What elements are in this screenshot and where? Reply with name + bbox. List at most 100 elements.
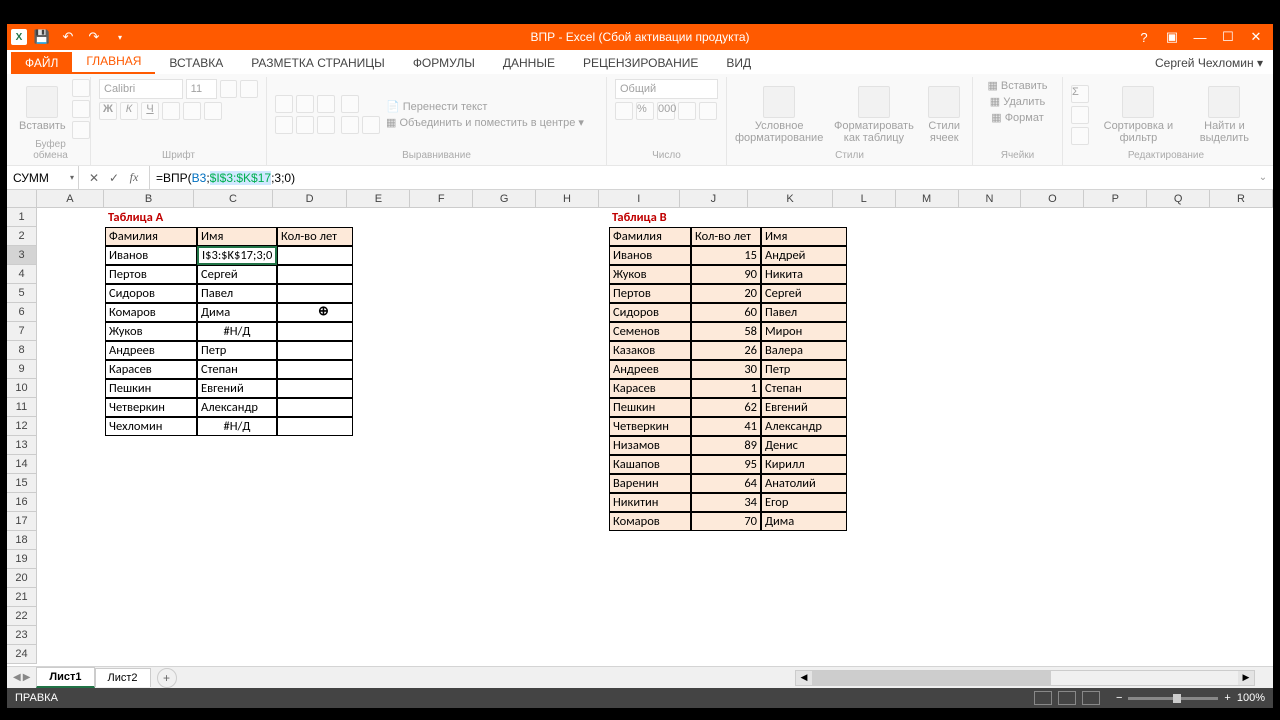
cell[interactable]: Таблица А [105,208,197,227]
cell[interactable]: 58 [691,322,761,341]
cell[interactable] [277,417,353,436]
wrap-text-button[interactable]: 📄 Перенести текст [386,100,584,113]
column-header[interactable]: N [959,190,1022,207]
row-header[interactable]: 13 [7,436,36,455]
tab-page-layout[interactable]: РАЗМЕТКА СТРАНИЦЫ [237,52,399,74]
clear-icon[interactable] [1071,127,1089,145]
row-header[interactable]: 23 [7,626,36,645]
cell[interactable]: Жуков [105,322,197,341]
confirm-formula-icon[interactable]: ✓ [105,169,123,187]
cancel-formula-icon[interactable]: ✕ [85,169,103,187]
cell[interactable] [277,322,353,341]
cell[interactable]: Евгений [761,398,847,417]
zoom-slider[interactable] [1128,697,1218,700]
cell[interactable]: Степан [197,360,277,379]
cell[interactable]: Мирон [761,322,847,341]
ribbon-options-icon[interactable]: ▣ [1159,26,1185,48]
cell[interactable]: 89 [691,436,761,455]
cell[interactable]: Денис [761,436,847,455]
cell[interactable]: I$3:$K$17;3;0 [197,246,277,265]
cell[interactable]: Кол-во лет [691,227,761,246]
column-header[interactable]: M [896,190,959,207]
row-header[interactable]: 16 [7,493,36,512]
paste-button[interactable]: Вставить [19,86,66,132]
underline-button[interactable]: Ч [141,102,159,120]
cell[interactable]: Дима [197,303,277,322]
copy-icon[interactable] [72,100,90,118]
currency-icon[interactable] [615,102,633,120]
help-icon[interactable]: ? [1131,26,1157,48]
cell[interactable]: Карасев [609,379,691,398]
cell[interactable]: Дима [761,512,847,531]
cell[interactable]: #Н/Д [197,417,277,436]
cell[interactable]: Андрей [761,246,847,265]
cell[interactable]: 15 [691,246,761,265]
qat-save-icon[interactable]: 💾 [31,26,53,48]
cell[interactable]: Александр [197,398,277,417]
cell[interactable]: Четверкин [105,398,197,417]
row-header[interactable]: 10 [7,379,36,398]
column-header[interactable]: B [104,190,194,207]
tab-review[interactable]: РЕЦЕНЗИРОВАНИЕ [569,52,712,74]
align-top-icon[interactable] [275,95,293,113]
cell[interactable] [277,246,353,265]
cell[interactable]: Пертов [609,284,691,303]
tab-data[interactable]: ДАННЫЕ [489,52,569,74]
font-color-icon[interactable] [204,102,222,120]
column-header[interactable]: I [599,190,680,207]
zoom-value[interactable]: 100% [1237,692,1265,704]
expand-formula-bar-icon[interactable]: ⌄ [1253,166,1273,189]
fill-icon[interactable] [1071,106,1089,124]
cell[interactable] [277,265,353,284]
column-header[interactable]: L [833,190,896,207]
cell[interactable]: 41 [691,417,761,436]
cell[interactable]: Иванов [105,246,197,265]
row-header[interactable]: 9 [7,360,36,379]
sheet-nav-prev-icon[interactable]: ◀ [13,672,21,683]
cell[interactable]: Фамилия [105,227,197,246]
cell[interactable]: Иванов [609,246,691,265]
cell[interactable] [277,379,353,398]
row-header[interactable]: 19 [7,550,36,569]
cell[interactable] [277,360,353,379]
view-normal-icon[interactable] [1034,691,1052,705]
column-header[interactable]: H [536,190,599,207]
tab-view[interactable]: ВИД [712,52,765,74]
cell[interactable]: Сергей [197,265,277,284]
new-sheet-button[interactable]: + [157,668,177,688]
cut-icon[interactable] [72,79,90,97]
cell[interactable]: Таблица B [609,208,691,227]
cell[interactable]: Имя [761,227,847,246]
insert-function-icon[interactable]: fx [125,169,143,187]
cell[interactable]: Четверкин [609,417,691,436]
cell[interactable]: Пертов [105,265,197,284]
orientation-icon[interactable] [341,95,359,113]
column-header[interactable]: C [194,190,273,207]
maximize-button[interactable]: ☐ [1215,26,1241,48]
row-header[interactable]: 14 [7,455,36,474]
row-header[interactable]: 18 [7,531,36,550]
tab-home[interactable]: ГЛАВНАЯ [72,50,155,74]
cell[interactable]: Евгений [197,379,277,398]
borders-icon[interactable] [162,102,180,120]
column-header[interactable]: E [347,190,410,207]
cell[interactable]: Жуков [609,265,691,284]
row-header[interactable]: 5 [7,284,36,303]
row-header[interactable]: 4 [7,265,36,284]
row-header[interactable]: 11 [7,398,36,417]
align-mid-icon[interactable] [296,95,314,113]
cell[interactable]: Низамов [609,436,691,455]
row-header[interactable]: 21 [7,588,36,607]
sort-filter-button[interactable]: Сортировка и фильтр [1095,86,1182,144]
font-name-combo[interactable]: Calibri [99,79,183,99]
cell[interactable]: Кашапов [609,455,691,474]
row-header[interactable]: 24 [7,645,36,664]
increase-font-icon[interactable] [220,80,238,98]
row-header[interactable]: 22 [7,607,36,626]
indent-inc-icon[interactable] [362,116,380,134]
cell[interactable]: 62 [691,398,761,417]
column-header[interactable]: D [273,190,348,207]
align-bot-icon[interactable] [317,95,335,113]
cell[interactable]: 60 [691,303,761,322]
column-header[interactable]: G [473,190,536,207]
